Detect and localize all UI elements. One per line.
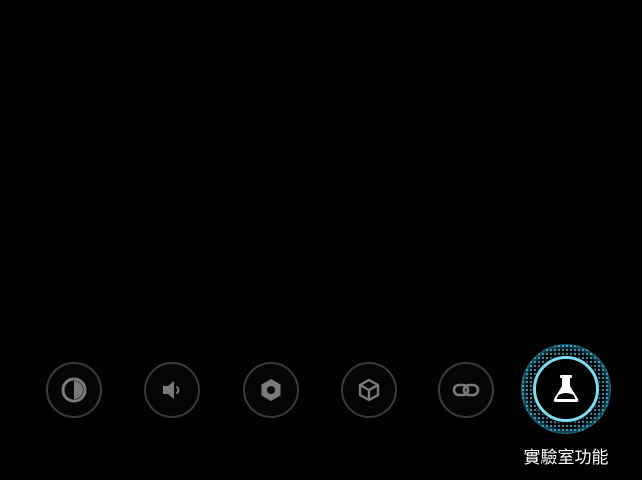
contrast-icon	[61, 377, 87, 403]
settings-hex-icon	[261, 379, 281, 401]
screen: 實驗室功能	[0, 0, 642, 480]
labs-button[interactable]	[533, 356, 599, 422]
cube-button[interactable]	[341, 362, 397, 418]
link-button[interactable]	[438, 362, 494, 418]
flask-icon	[553, 375, 579, 402]
link-icon	[452, 383, 480, 397]
volume-icon	[163, 381, 180, 399]
volume-button[interactable]	[144, 362, 200, 418]
settings-button[interactable]	[243, 362, 299, 418]
cube-icon	[358, 378, 380, 402]
selected-feature-label: 實驗室功能	[523, 448, 609, 468]
contrast-button[interactable]	[46, 362, 102, 418]
